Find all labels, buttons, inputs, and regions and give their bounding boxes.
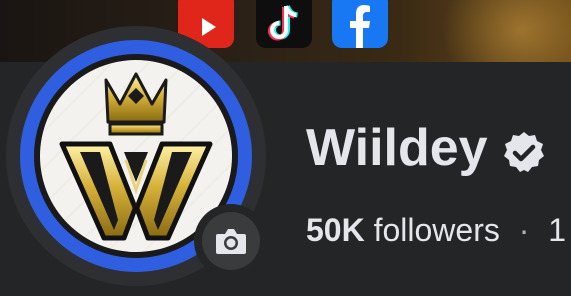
separator-dot: · <box>518 212 530 248</box>
followers-stats[interactable]: 50K followers · 1 <box>306 208 566 252</box>
camera-icon <box>216 229 246 254</box>
facebook-icon <box>332 0 388 48</box>
verified-badge-icon <box>504 132 544 172</box>
followers-count: 50K <box>306 212 365 248</box>
following-partial: 1 <box>548 212 567 248</box>
camera-button[interactable] <box>202 212 260 270</box>
followers-label: followers <box>373 212 500 248</box>
camera-button-wrap <box>194 204 268 278</box>
tiktok-icon <box>256 0 312 48</box>
page-title: Wiildey <box>306 119 488 177</box>
cover-glow <box>441 0 571 62</box>
